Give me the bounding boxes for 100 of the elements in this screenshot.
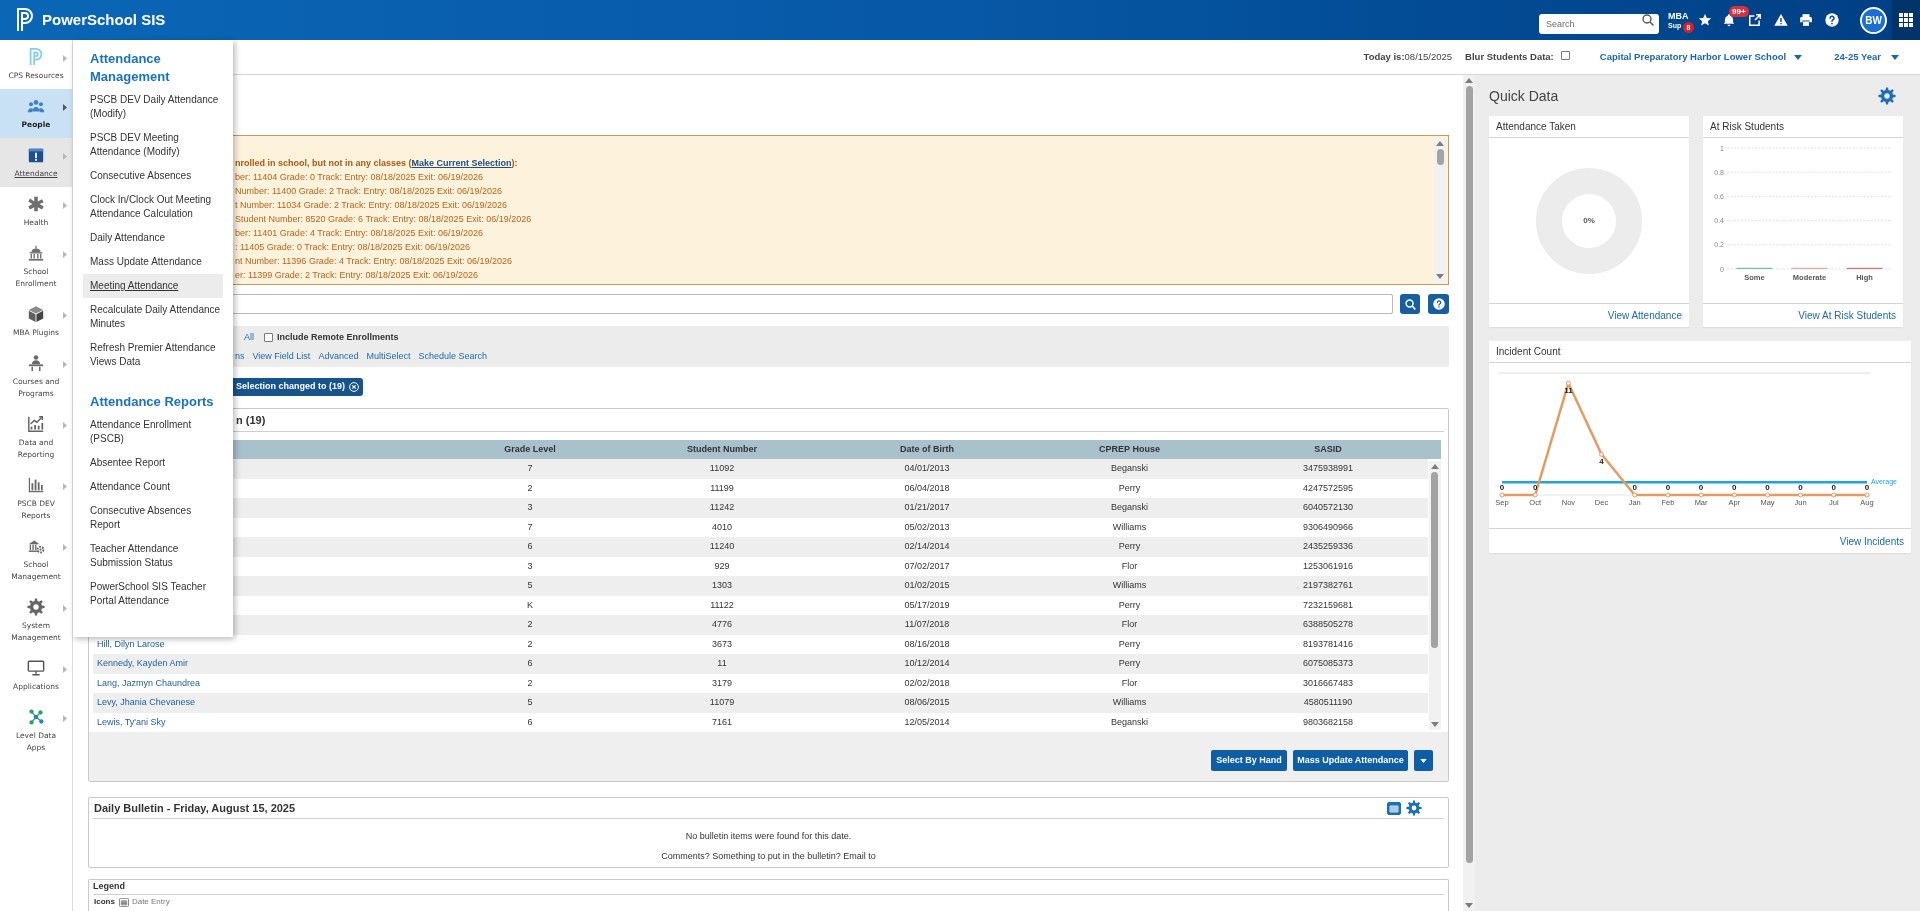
student-name-link[interactable]: Lang, Jazmyn Chaundrea [97, 676, 201, 690]
menu-item[interactable]: Teacher Attendance Submission Status [83, 537, 223, 575]
menu-item[interactable]: Mass Update Attendance [83, 250, 223, 274]
gear-icon[interactable] [1406, 800, 1422, 816]
school-dropdown[interactable]: Capital Preparatory Harbor Lower School [1599, 49, 1803, 65]
data-point [1731, 492, 1737, 498]
caret-icon [1891, 54, 1899, 60]
scroll-down-icon[interactable] [1465, 903, 1473, 908]
alert-scrollbar[interactable] [1434, 138, 1446, 282]
search-option-link[interactable]: Schedule Search [418, 349, 487, 364]
medical-star-icon [27, 195, 45, 213]
caret-icon [1420, 758, 1427, 763]
menu-item[interactable]: Attendance Enrollment (PSCB) [83, 413, 223, 451]
blur-label: Blur Students Data: [1465, 49, 1554, 64]
menu-item[interactable]: PSCB DEV Meeting Attendance (Modify) [83, 126, 223, 164]
scrollbar-thumb[interactable] [1431, 472, 1438, 648]
search-option-link[interactable]: MultiSelect [366, 349, 411, 364]
remote-checkbox[interactable] [264, 333, 273, 342]
table-cell-text: 11240 [709, 540, 735, 553]
table-cell-text: 6388505278 [1302, 618, 1354, 631]
help-icon [1432, 298, 1445, 310]
card-link[interactable]: View At Risk Students [1798, 308, 1896, 323]
alert-heading: nrolled in school, but not in any classes (Make Current Selection): [235, 157, 519, 170]
alert-line: Number: 11400 Grade: 2 Track: Entry: 08/18/2025 Exit: 06/19/2026 [235, 185, 503, 198]
search-icon[interactable] [1642, 14, 1654, 26]
gear-icon[interactable] [1878, 87, 1896, 105]
warning-icon[interactable] [1774, 13, 1788, 27]
table-cell-text: 6 [527, 657, 533, 670]
menu-item[interactable]: Daily Attendance [83, 226, 223, 250]
scrollbar-thumb[interactable] [1465, 86, 1473, 863]
help-button[interactable] [1428, 294, 1449, 314]
table-cell-text: 02/14/2014 [904, 540, 950, 553]
caret-icon [1794, 54, 1803, 60]
menu-item[interactable]: Absentee Report [83, 451, 223, 475]
table-cell-text: 11092 [709, 462, 735, 475]
donut-center-label: 0% [1583, 215, 1595, 226]
search-option-link[interactable]: ns [235, 349, 245, 364]
card-title: Attendance Taken [1496, 120, 1576, 134]
user-avatar[interactable]: BW [1860, 6, 1887, 34]
caret-icon [63, 715, 67, 722]
scroll-up-icon[interactable] [1436, 141, 1444, 146]
quick-data-title: Quick Data [1489, 86, 1559, 106]
table-cell-text: 04/01/2013 [904, 462, 950, 475]
table-cell: K [527, 598, 533, 612]
close-icon[interactable] [349, 382, 360, 392]
menu-item[interactable]: PSCB DEV Daily Attendance (Modify) [83, 88, 223, 126]
calendar-icon[interactable] [118, 897, 129, 907]
scroll-up-icon[interactable] [1465, 78, 1473, 83]
student-name-link[interactable]: Kennedy, Kayden Amir [97, 657, 188, 671]
search-option-link[interactable]: Advanced [318, 349, 359, 364]
cube-icon [27, 305, 45, 323]
help-icon[interactable] [1825, 13, 1839, 27]
student-name-link[interactable]: Levy, Jhania Chevanese [97, 696, 195, 710]
menu-item[interactable]: Recalculate Daily Attendance Minutes [83, 298, 223, 336]
card-link[interactable]: View Incidents [1839, 533, 1904, 549]
table-cell: 4010 [712, 520, 732, 534]
search-option-link[interactable]: View Field List [252, 349, 311, 364]
caret-icon [63, 422, 67, 429]
panel-title: n (19) [236, 412, 266, 428]
panel-title: Daily Bulletin - Friday, August 15, 2025 [94, 800, 296, 816]
student-name-link[interactable]: Hill, Dilyn Larose [97, 637, 165, 651]
calendar-icon[interactable] [1387, 801, 1401, 815]
table-cell-text: 01/21/2017 [904, 501, 950, 514]
scope-link[interactable]: All [244, 330, 254, 345]
menu-item[interactable]: Attendance Count [83, 475, 223, 499]
menu-item[interactable]: Consecutive Absences Report [83, 499, 223, 537]
action-button[interactable]: Mass Update Attendance [1293, 750, 1408, 771]
table-cell-text: 3 [527, 501, 533, 514]
menu-item[interactable]: PowerSchool SIS Teacher Portal Attendance [83, 575, 223, 613]
menu-item[interactable]: Meeting Attendance [83, 274, 223, 298]
today-date: Today is:08/15/2025 [1363, 49, 1453, 64]
data-point [1565, 380, 1571, 386]
menu-item[interactable]: Clock In/Clock Out Meeting Attendance Calculation [83, 188, 223, 226]
table-cell-text: 10/12/2014 [904, 657, 950, 670]
scrollbar-thumb[interactable] [1436, 149, 1444, 165]
card-link[interactable]: View Attendance [1607, 308, 1682, 323]
table-cell-text: Williams [1112, 696, 1147, 709]
bell-icon[interactable] [1722, 13, 1736, 27]
year-dropdown[interactable]: 24-25 Year [1834, 49, 1899, 65]
page-scrollbar[interactable] [1463, 75, 1475, 911]
table-cell: 6 [527, 715, 533, 729]
printer-icon[interactable] [1799, 13, 1813, 27]
action-button[interactable]: Select By Hand [1211, 750, 1287, 771]
menu-item[interactable]: Consecutive Absences [83, 164, 223, 188]
alert-line: ber: 11401 Grade: 4 Track: Entry: 08/18/2025 Exit: 06/19/2026 [235, 227, 484, 240]
blur-checkbox[interactable] [1560, 50, 1570, 60]
student-name-link[interactable]: Lewis, Ty'ani Sky [97, 715, 166, 729]
star-icon[interactable] [1698, 13, 1712, 27]
search-field[interactable]: Search [1539, 14, 1659, 34]
scroll-down-icon[interactable] [1436, 274, 1444, 279]
search-button[interactable] [1400, 294, 1420, 314]
scroll-down-icon[interactable] [1430, 722, 1439, 727]
menu-item[interactable]: Refresh Premier Attendance Views Data [83, 336, 223, 374]
table-scrollbar[interactable] [1428, 461, 1441, 730]
box-arrow-icon[interactable] [1748, 13, 1762, 27]
apps-grid-button[interactable] [1892, 0, 1920, 40]
table-cell-text: 6040572130 [1302, 501, 1354, 514]
rising-chart-icon [27, 415, 45, 433]
scroll-up-icon[interactable] [1430, 464, 1439, 469]
dropdown-button[interactable] [1414, 750, 1433, 771]
